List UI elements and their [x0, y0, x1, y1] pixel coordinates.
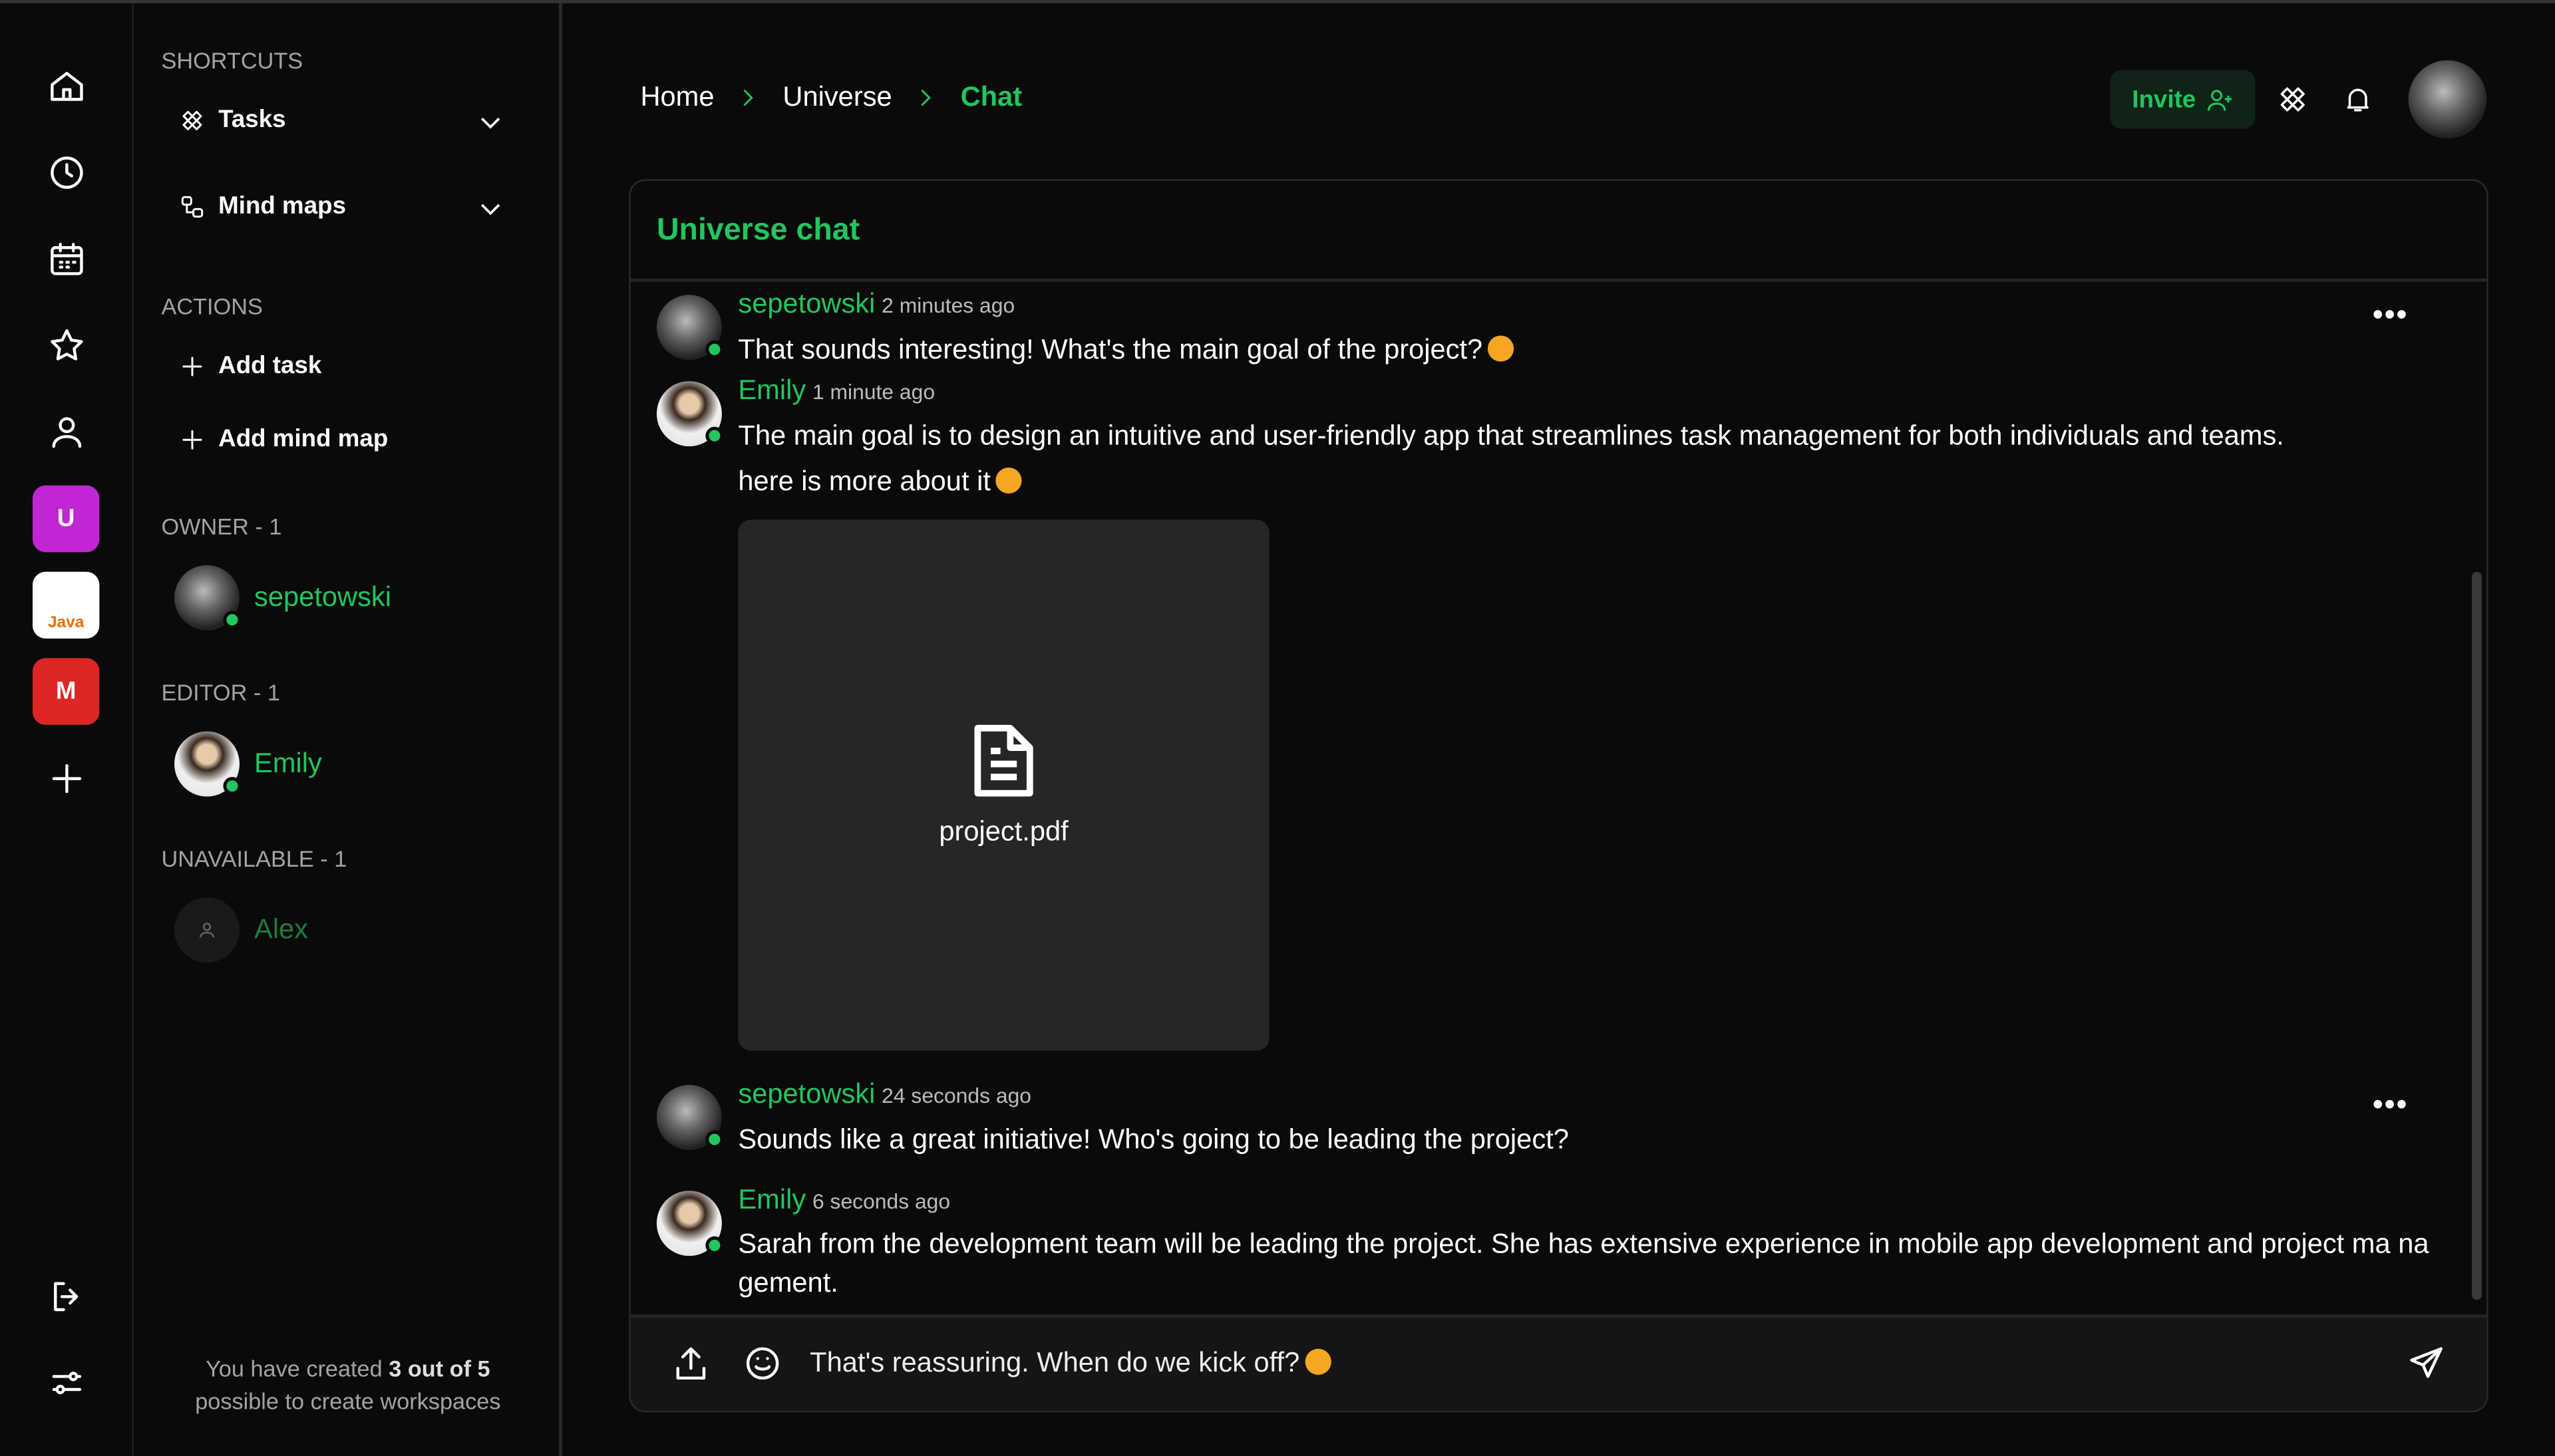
emoji-icon [1487, 335, 1514, 362]
file-name: project.pdf [939, 815, 1069, 847]
workspace-m[interactable]: M [32, 658, 100, 725]
avatar-placeholder [174, 897, 240, 963]
member-name: Alex [254, 913, 309, 945]
avatar [656, 381, 724, 447]
shortcut-label: Mind maps [218, 192, 347, 220]
note-text: You have created [206, 1355, 389, 1382]
member-alex[interactable]: Alex [174, 897, 309, 963]
message-time: 24 seconds ago [882, 1083, 1031, 1108]
shortcut-label: Tasks [218, 106, 286, 134]
message-text: The main goal is to design an intuitive … [738, 420, 2284, 497]
chevron-right-icon [744, 89, 754, 106]
mind-map-icon [181, 195, 204, 217]
avatar [656, 295, 724, 361]
online-indicator [705, 340, 724, 359]
message-author: Emily 1 minute ago [738, 374, 936, 406]
owner-heading: OWNER - 1 [161, 513, 282, 539]
actions-heading: ACTIONS [161, 293, 263, 320]
message-author: Emily 6 seconds ago [738, 1184, 951, 1215]
plus-icon [182, 429, 202, 449]
online-indicator [223, 611, 242, 629]
invite-label: Invite [2132, 85, 2196, 114]
smile-emoji-icon [1304, 1348, 1331, 1375]
add-workspace-icon[interactable] [39, 751, 93, 805]
sidebar: SHORTCUTS Tasks Mind maps ACTIONS Add ta… [134, 3, 562, 1456]
avatar [656, 1085, 724, 1150]
add-mind-map-button[interactable]: Add mind map [179, 425, 388, 453]
chat-panel: Universe chat sepetowski 2 minutes ago Th… [629, 179, 2488, 1413]
document-icon [974, 724, 1033, 797]
home-icon[interactable] [39, 59, 93, 112]
message-author: sepetowski 2 minutes ago [738, 288, 1015, 320]
member-sepetowski[interactable]: sepetowski [174, 565, 391, 631]
online-indicator [705, 1236, 724, 1254]
breadcrumb-home[interactable]: Home [640, 81, 714, 114]
user-icon[interactable] [39, 404, 93, 458]
icon-rail: U Java M [0, 3, 134, 1456]
action-label: Add task [218, 351, 322, 380]
upload-icon[interactable] [671, 1344, 711, 1383]
send-icon[interactable] [2407, 1344, 2446, 1383]
shortcut-tasks[interactable]: Tasks [179, 106, 286, 134]
avatar [656, 1191, 724, 1256]
member-emily[interactable]: Emily [174, 731, 322, 797]
bell-icon[interactable] [2341, 83, 2374, 124]
breadcrumb: Home Universe Chat [640, 81, 1022, 114]
online-indicator [705, 426, 724, 445]
message-time: 6 seconds ago [812, 1189, 951, 1214]
tasks-icon [182, 110, 202, 130]
emoji-picker-icon[interactable] [743, 1344, 782, 1383]
chevron-down-icon[interactable] [476, 194, 505, 223]
editor-heading: EDITOR - 1 [161, 679, 280, 706]
chat-title: Universe chat [656, 213, 860, 248]
workspace-java[interactable]: Java [32, 571, 100, 639]
profile-avatar[interactable] [2408, 60, 2487, 139]
message-time: 2 minutes ago [882, 293, 1015, 318]
star-icon[interactable] [39, 318, 93, 372]
shortcut-mind-maps[interactable]: Mind maps [179, 192, 346, 220]
file-attachment[interactable]: project.pdf [738, 519, 1270, 1051]
avatar [174, 565, 242, 631]
message-text: That sounds interesting! What's the main… [738, 329, 2421, 372]
logout-icon[interactable] [39, 1269, 93, 1323]
invite-button[interactable]: Invite [2110, 70, 2256, 129]
tasks-icon[interactable] [2276, 83, 2309, 124]
online-indicator [223, 777, 242, 796]
member-name: sepetowski [254, 581, 392, 613]
more-options-icon[interactable]: ••• [2373, 1088, 2409, 1122]
chat-header: Universe chat [630, 181, 2487, 282]
workspace-limit-note: You have created 3 out of 5 possible to c… [134, 1352, 562, 1417]
calendar-icon[interactable] [39, 231, 93, 285]
note-count: 3 out of 5 [389, 1355, 490, 1382]
message-input[interactable]: That's reassuring. When do we kick off? [810, 1347, 2276, 1380]
online-indicator [705, 1130, 724, 1149]
workspace-u[interactable]: U [32, 485, 100, 553]
user-plus-icon [2206, 88, 2232, 110]
message-text: Sarah from the development team will be … [738, 1228, 2429, 1298]
avatar [174, 731, 242, 797]
chevron-right-icon [922, 89, 932, 106]
user-icon [200, 923, 215, 938]
thumbs-up-emoji-icon [995, 467, 1022, 494]
clock-icon[interactable] [39, 145, 93, 199]
more-options-icon[interactable]: ••• [2373, 298, 2409, 332]
breadcrumb-chat: Chat [960, 81, 1023, 112]
unavailable-heading: UNAVAILABLE - 1 [161, 845, 347, 872]
shortcuts-heading: SHORTCUTS [161, 47, 303, 74]
settings-sliders-icon[interactable] [39, 1356, 93, 1409]
message-author: sepetowski 24 seconds ago [738, 1078, 1031, 1109]
add-task-button[interactable]: Add task [179, 352, 321, 380]
message-time: 1 minute ago [812, 379, 936, 404]
message-composer: That's reassuring. When do we kick off? [630, 1314, 2487, 1411]
note-text: possible to create workspaces [195, 1387, 501, 1414]
plus-icon [182, 356, 202, 376]
message-text: Sounds like a great initiative! Who's go… [738, 1123, 1569, 1155]
scrollbar[interactable] [2472, 571, 2482, 1300]
breadcrumb-universe[interactable]: Universe [782, 81, 892, 114]
chevron-down-icon[interactable] [476, 108, 505, 137]
member-name: Emily [254, 748, 322, 779]
action-label: Add mind map [218, 425, 389, 453]
